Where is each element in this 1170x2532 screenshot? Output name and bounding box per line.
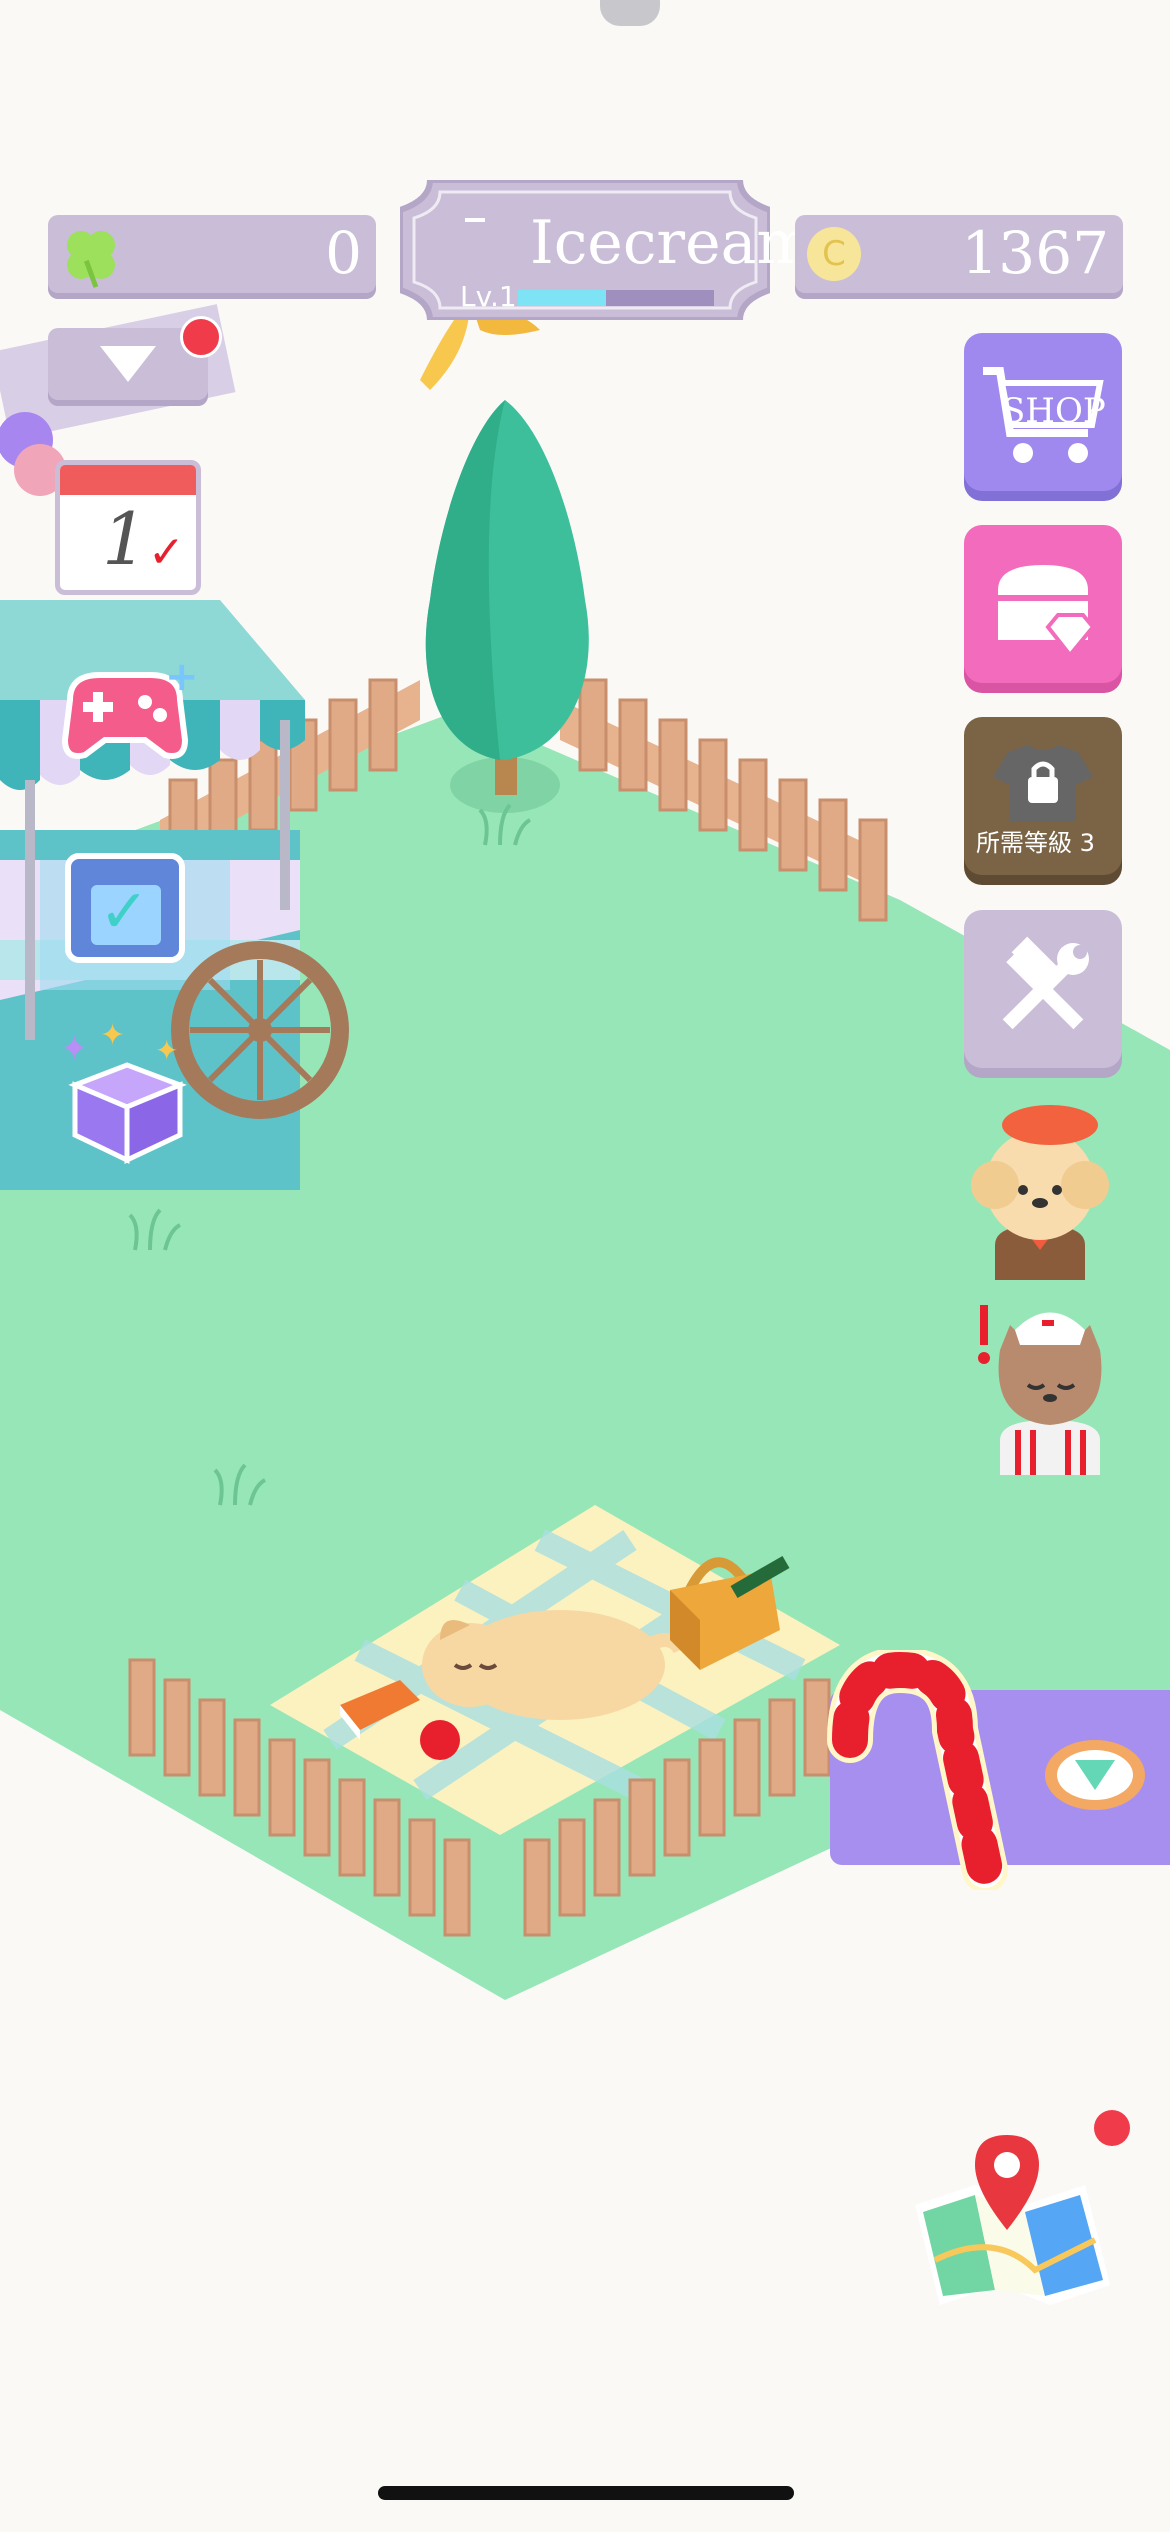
daily-checkin-button[interactable]: 1 ✓ [55,450,201,598]
gamepad-icon: + [61,660,199,759]
clover-icon [67,231,115,288]
gift-box-icon: ✦ ✦ ✦ [60,1018,187,1164]
map-icon [915,2135,1110,2305]
gift-box-button[interactable]: ✦ ✦ ✦ [55,1015,200,1165]
clover-count: 0 [325,219,362,287]
notification-dot [180,316,222,358]
locked-label: 所需等級 3 [976,829,1095,857]
level-progress-fill [518,290,607,306]
coin-counter: C 1367 [795,215,1123,293]
coin-count: 1367 [961,219,1109,287]
build-tools-button[interactable] [964,910,1122,1068]
svg-text:+: + [165,660,199,700]
level-label: Lv.1 [460,280,517,313]
customer-cat-chef[interactable] [970,1290,1120,1480]
coin-icon: C [807,227,861,281]
svg-text:✦: ✦ [100,1018,125,1053]
shop-name: Icecream [530,208,814,278]
calendar-day: 1 [102,497,148,581]
level-progress-bar [518,290,714,306]
svg-text:✦: ✦ [155,1034,178,1067]
minigame-button[interactable]: + [50,660,200,770]
hammer-wrench-icon [1002,936,1089,1030]
tasks-button[interactable]: ✓ [65,845,190,965]
dropdown-arrow-icon [100,346,156,382]
shop-button[interactable]: SHOP [964,333,1122,491]
calendar-icon: 1 ✓ [55,460,201,595]
clover-counter: 0 [48,215,376,293]
shop-label: SHOP [1002,391,1106,431]
map-notification-dot [1094,2110,1130,2146]
home-indicator[interactable] [378,2486,794,2500]
clipboard-check-icon: ✓ [65,853,185,963]
locked-feature-button[interactable]: 所需等級 3 [964,717,1122,875]
cat-customer-icon [978,1305,1102,1475]
check-icon: ✓ [148,527,185,578]
treasure-chest-icon [998,565,1096,659]
diamond-icon [1045,1740,1145,1810]
map-button[interactable] [895,2120,1120,2320]
menu-dash [465,218,485,222]
candy-cane-icon [827,1650,1008,1890]
lock-shirt-icon [993,745,1093,822]
dog-customer-icon [971,1105,1109,1280]
premium-chest-button[interactable] [964,525,1122,683]
svg-text:✦: ✦ [60,1029,89,1069]
customer-dog-chef[interactable] [955,1095,1125,1285]
shop-name-plate[interactable]: Icecream Lv.1 [400,180,813,320]
